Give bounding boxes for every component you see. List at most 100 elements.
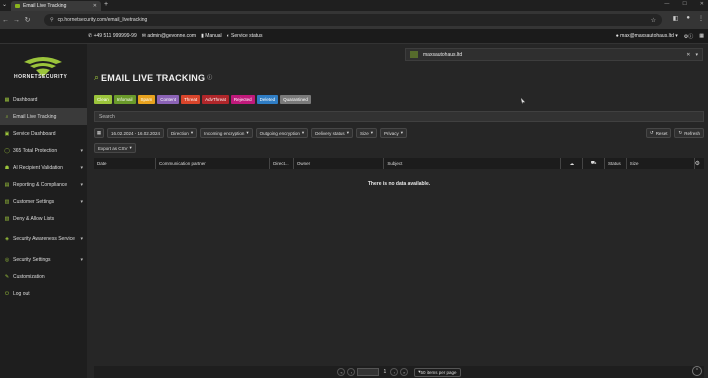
- calendar-icon[interactable]: ▦: [94, 128, 104, 138]
- chevron-down-icon[interactable]: ▾: [80, 182, 83, 188]
- column-header-7[interactable]: Status: [605, 158, 627, 169]
- column-settings-icon[interactable]: ⚙: [695, 160, 700, 167]
- menu-icon[interactable]: ⋮: [698, 15, 704, 22]
- incoming-encryption-dropdown[interactable]: Incoming encryption ▾: [200, 128, 253, 138]
- domain-selector[interactable]: maxsautohaus.ltd ✕ ▾: [405, 48, 703, 61]
- phone-icon: ✆: [88, 33, 93, 39]
- domain-value: maxsautohaus.ltd: [423, 51, 463, 58]
- column-header-2[interactable]: Direct...: [270, 158, 294, 169]
- settings-icon[interactable]: ⚙ⓘ: [684, 33, 693, 40]
- delivery-status-dropdown[interactable]: Delivery status ▾: [311, 128, 353, 138]
- back-icon[interactable]: ←: [0, 17, 11, 24]
- scroll-to-top-icon[interactable]: ⌃: [692, 366, 702, 376]
- prev-page-icon[interactable]: ‹: [347, 368, 356, 376]
- column-header-3[interactable]: Owner: [294, 158, 385, 169]
- items-per-page-dropdown[interactable]: ▾ 50 items per page: [414, 367, 461, 377]
- last-page-icon[interactable]: »: [400, 368, 409, 376]
- next-page-icon[interactable]: ›: [390, 368, 399, 376]
- tab-search-icon[interactable]: ⌄: [2, 1, 7, 8]
- sidebar-item-deny-allow-lists[interactable]: ▧ Deny & Allow Lists: [0, 210, 87, 227]
- sidebar-item-email-live-tracking[interactable]: ⌕ Email Live Tracking: [0, 108, 87, 125]
- sidebar-item-365-total-protection[interactable]: ◯ 365 Total Protection ▾: [0, 142, 87, 159]
- email-link[interactable]: ✉ admin@gevonne.com: [142, 33, 196, 39]
- manual-link[interactable]: ▮ Manual: [201, 33, 222, 39]
- browser-tab-title: Email Live Tracking: [23, 3, 67, 9]
- chevron-down-icon[interactable]: ▾: [80, 199, 83, 205]
- refresh-button[interactable]: ↻ Refresh: [674, 128, 704, 138]
- bookmark-star-icon[interactable]: ☆: [651, 17, 656, 24]
- filter-chip-quarantined[interactable]: Quarantined: [280, 95, 311, 104]
- chevron-down-icon[interactable]: ▾: [695, 52, 698, 58]
- close-tab-icon[interactable]: ✕: [93, 3, 97, 9]
- window-controls: — ☐ ✕: [664, 1, 704, 7]
- sidebar-item-dashboard[interactable]: ▦ Dashboard: [0, 91, 87, 108]
- sidebar-item-reporting-compliance[interactable]: ▤ Reporting & Compliance ▾: [0, 176, 87, 193]
- first-page-icon[interactable]: «: [337, 368, 346, 376]
- sidebar-item-security-settings[interactable]: ◎ Security Settings ▾: [0, 251, 87, 268]
- export-row: Export as CSV ▾: [94, 143, 136, 153]
- clear-domain-icon[interactable]: ✕: [686, 52, 690, 58]
- sidebar-item-customization[interactable]: ✎ Customization: [0, 268, 87, 285]
- column-label: Communication partner: [159, 161, 206, 166]
- export-csv-button[interactable]: Export as CSV ▾: [94, 143, 136, 153]
- filter-chip-threat[interactable]: Threat: [181, 95, 201, 104]
- privacy-dropdown[interactable]: Privacy ▾: [379, 128, 408, 138]
- filter-chip-spam[interactable]: Spam: [137, 95, 156, 104]
- column-header-6[interactable]: ⛟: [583, 158, 605, 169]
- filter-chip-clean[interactable]: Clean: [94, 95, 112, 104]
- filter-chip-deleted[interactable]: Deleted: [256, 95, 279, 104]
- column-label: Size: [629, 161, 639, 166]
- page-input[interactable]: [357, 368, 380, 376]
- filter-chip-infomail[interactable]: Infomail: [113, 95, 136, 104]
- column-header-5[interactable]: ☁: [561, 158, 584, 169]
- browser-tab[interactable]: Email Live Tracking ✕: [11, 1, 101, 11]
- outgoing-encryption-dropdown[interactable]: Outgoing encryption ▾: [255, 128, 309, 138]
- info-icon[interactable]: ⓘ: [207, 74, 212, 81]
- column-header-0[interactable]: Date: [94, 158, 157, 169]
- sidebar-item-label: Customer Settings: [13, 198, 55, 205]
- maximize-icon[interactable]: ☐: [682, 1, 686, 7]
- chevron-down-icon[interactable]: ▾: [80, 236, 83, 242]
- date-range-input[interactable]: 16.02.2024 - 16.02.2024: [107, 128, 165, 138]
- page-title-row: ⌕ EMAIL LIVE TRACKING ⓘ: [94, 72, 212, 83]
- sidebar-item-label: 365 Total Protection: [13, 147, 58, 154]
- sidebar-item-service-dashboard[interactable]: ▣ Service Dashboard: [0, 125, 87, 142]
- sidebar-item-ai-recipient-validation[interactable]: ☗ AI Recipient Validation ▾: [0, 159, 87, 176]
- reset-button[interactable]: ↺ Reset: [645, 128, 672, 138]
- sidebar-item-security-awareness-service[interactable]: ◈ Security Awareness Service ▾: [0, 227, 87, 251]
- chevron-down-icon[interactable]: ▾: [80, 148, 83, 154]
- sidebar-item-customer-settings[interactable]: ▥ Customer Settings ▾: [0, 193, 87, 210]
- filter-chip-rejected[interactable]: Rejected: [230, 95, 255, 104]
- customer-icon: ▥: [4, 198, 10, 205]
- reload-icon[interactable]: ↻: [22, 16, 33, 24]
- logo-text: HORNETSECURITY: [14, 74, 68, 80]
- filter-chip-advthreat[interactable]: AdvThreat: [202, 95, 229, 104]
- url-input[interactable]: ⚲ cp.hornetsecurity.com/email_livetracki…: [44, 14, 662, 26]
- new-tab-icon[interactable]: +: [104, 1, 108, 8]
- sidebar-item-label: Log out: [13, 290, 30, 297]
- column-header-1[interactable]: Communication partner: [156, 158, 271, 169]
- empty-message: There is no data available.: [367, 181, 431, 187]
- size-dropdown[interactable]: Size ▾: [355, 128, 377, 138]
- search-icon: ⌕: [5, 113, 9, 120]
- column-label: Owner: [296, 161, 311, 166]
- phone-link[interactable]: ✆ +49 511 999999-99: [88, 33, 137, 39]
- site-info-icon[interactable]: ⚲: [50, 17, 54, 23]
- search-input[interactable]: Search: [94, 111, 704, 122]
- column-header-8[interactable]: Size: [627, 158, 695, 169]
- filter-chip-content[interactable]: Content: [157, 95, 180, 104]
- forward-icon[interactable]: →: [11, 17, 22, 24]
- minimize-icon[interactable]: —: [664, 1, 669, 7]
- chevron-down-icon[interactable]: ▾: [80, 257, 83, 263]
- grid-icon[interactable]: ▦: [699, 33, 704, 40]
- sidebar-icon[interactable]: ◧: [673, 15, 679, 22]
- chevron-down-icon[interactable]: ▾: [80, 165, 83, 171]
- service-status-link[interactable]: ◐ Service status: [227, 33, 263, 39]
- profile-icon[interactable]: ●: [686, 15, 690, 22]
- list-icon: ▧: [4, 215, 10, 222]
- column-header-4[interactable]: Subject: [384, 158, 562, 169]
- user-menu[interactable]: ● max@maxsautohaus.ltd ▾: [616, 33, 678, 40]
- direction-dropdown[interactable]: Direction ▾: [167, 128, 198, 138]
- close-window-icon[interactable]: ✕: [700, 1, 704, 7]
- sidebar-item-log-out[interactable]: ⏻ Log out: [0, 285, 87, 302]
